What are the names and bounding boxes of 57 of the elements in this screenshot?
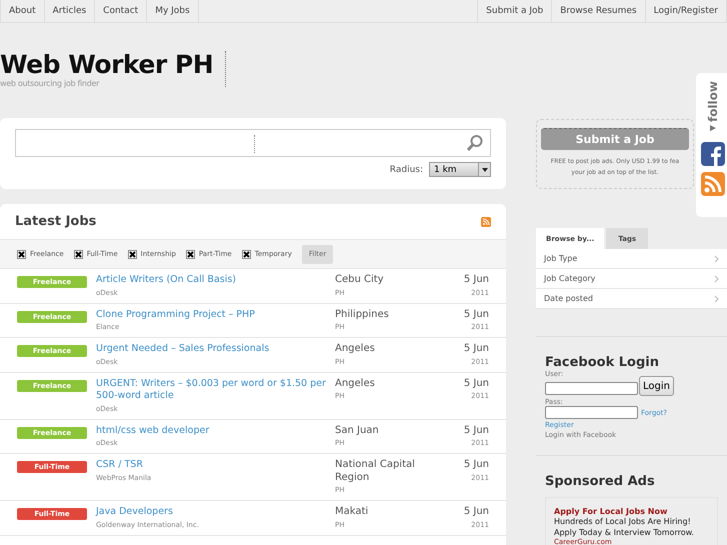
site-tagline: web outsourcing job finder bbox=[0, 79, 100, 88]
password-field[interactable] bbox=[545, 406, 638, 419]
job-date: 5 Jun bbox=[464, 274, 489, 286]
job-location: Makati bbox=[335, 506, 370, 518]
job-title-link[interactable]: Clone Programming Project – PHP bbox=[96, 308, 335, 321]
filter-checkbox[interactable] bbox=[17, 250, 26, 258]
browse-item[interactable]: Date posted bbox=[536, 289, 727, 309]
nav-link[interactable]: About bbox=[0, 0, 45, 22]
site-title[interactable]: Web Worker PH bbox=[0, 51, 214, 79]
job-title-link[interactable]: Java Developers bbox=[96, 506, 335, 518]
job-title-link[interactable]: html/css web developer bbox=[96, 424, 335, 437]
nav-link[interactable]: My Jobs bbox=[147, 0, 199, 22]
chevron-icon bbox=[714, 254, 719, 262]
job-location: Angeles bbox=[335, 343, 376, 356]
section-title: Latest Jobs bbox=[15, 214, 96, 229]
caret-icon bbox=[482, 168, 488, 172]
ad-text: Hundreds of Local Jobs Are Hiring! bbox=[554, 516, 692, 527]
job-title-link[interactable]: Urgent Needed – Sales Professionals bbox=[96, 343, 335, 356]
search-icon[interactable] bbox=[466, 134, 484, 152]
filter-checkbox[interactable] bbox=[186, 250, 195, 258]
job-title-link[interactable]: URGENT: Writers – $0.003 per word or $1.50 per 500-word article bbox=[96, 378, 335, 402]
chevron-icon bbox=[714, 294, 719, 302]
job-date: 5 Jun bbox=[464, 343, 489, 356]
search-field[interactable] bbox=[15, 129, 491, 157]
filter-checkbox[interactable] bbox=[242, 250, 251, 258]
job-location: Philippines bbox=[335, 308, 390, 321]
follow-label: ◂follow bbox=[706, 81, 720, 136]
job-date: 5 Jun bbox=[464, 459, 489, 472]
browse-item[interactable]: Job Category bbox=[536, 269, 727, 289]
job-title-link[interactable]: Article Writers (On Call Basis) bbox=[96, 274, 335, 286]
facebook-icon[interactable] bbox=[701, 142, 725, 166]
job-location: San Juan bbox=[335, 424, 380, 437]
filter-checkbox[interactable] bbox=[128, 250, 137, 258]
job-date: 5 Jun bbox=[464, 506, 489, 518]
login-button[interactable]: Login bbox=[639, 376, 674, 396]
nav-link[interactable]: Login/Register bbox=[646, 0, 727, 22]
ad-title-link[interactable]: Apply For Local Jobs Now bbox=[554, 507, 709, 516]
nav-link[interactable]: Contact bbox=[95, 0, 148, 22]
radius-label: Radius: bbox=[390, 164, 423, 174]
job-date: 5 Jun bbox=[464, 308, 489, 321]
job-title-link[interactable]: CSR / TSR bbox=[96, 459, 335, 472]
chevron-icon bbox=[714, 274, 719, 282]
user-field[interactable] bbox=[545, 382, 638, 395]
nav-link[interactable]: Browse Resumes bbox=[552, 0, 646, 22]
browse-item[interactable]: Job Type bbox=[536, 249, 727, 269]
nav-link[interactable]: Submit a Job bbox=[477, 0, 552, 22]
radius-select[interactable]: 1 km bbox=[429, 162, 491, 177]
nav-link[interactable]: Articles bbox=[44, 0, 96, 22]
job-date: 5 Jun bbox=[464, 424, 489, 437]
job-location: Angeles bbox=[335, 378, 376, 390]
ad-text: Apply Today & Interview Tomorrow. bbox=[554, 527, 695, 538]
filter-checkbox[interactable] bbox=[74, 250, 83, 258]
job-date: 5 Jun bbox=[464, 378, 489, 390]
facebook-login-title: Facebook Login bbox=[545, 355, 660, 370]
job-location: Cebu City bbox=[335, 274, 385, 286]
job-location: National Capital Region bbox=[335, 459, 416, 484]
sponsored-title: Sponsored Ads bbox=[545, 474, 656, 489]
